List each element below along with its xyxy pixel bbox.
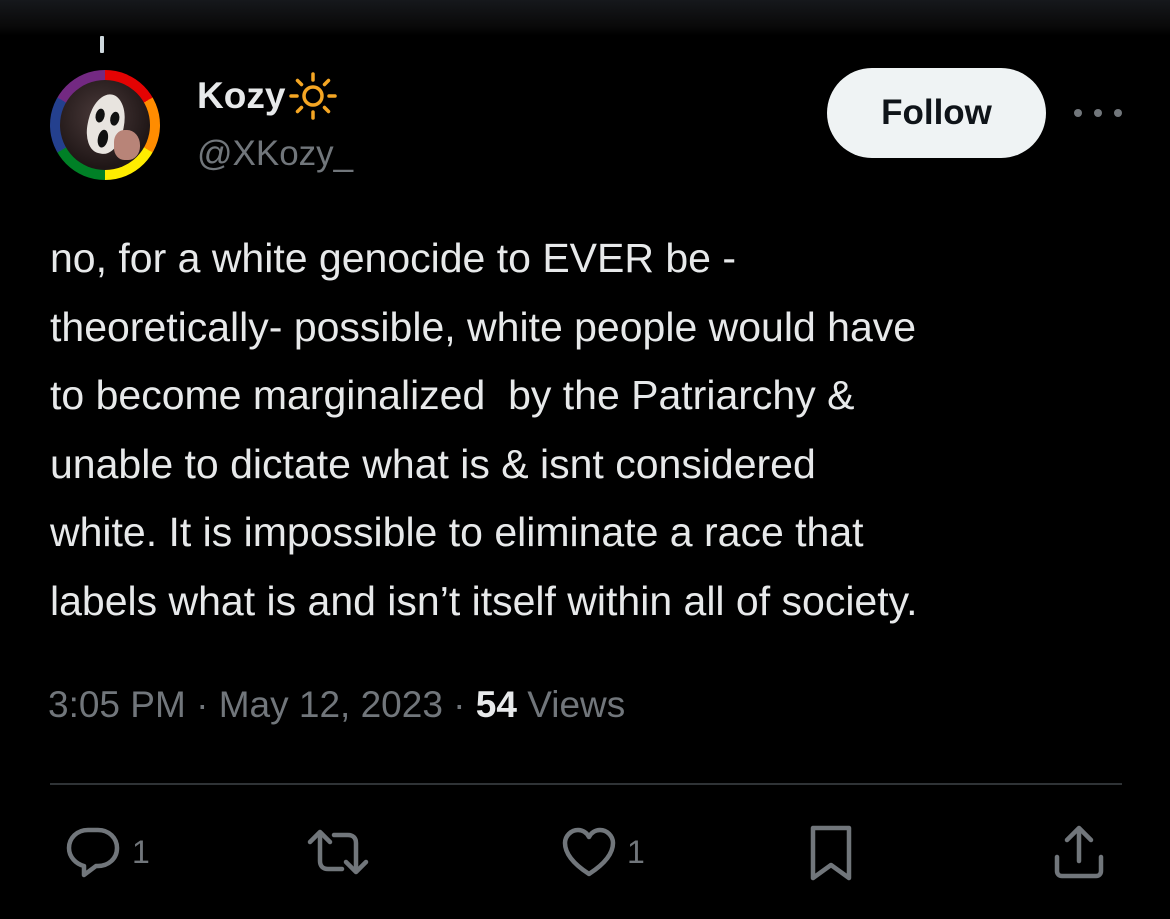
share-button[interactable] (1052, 822, 1106, 882)
more-icon-dot (1074, 109, 1082, 117)
share-icon (1054, 825, 1104, 879)
tweet-metadata: 3:05 PM · May 12, 2023 · 54 Views (48, 684, 626, 725)
author-name-text: Kozy (197, 75, 286, 116)
tweet-time[interactable]: 3:05 PM (48, 684, 186, 725)
bookmark-icon (810, 825, 852, 881)
tweet-text: no, for a white genocide to EVER be - th… (50, 235, 918, 624)
author-display-name[interactable]: Kozy (197, 72, 339, 120)
more-icon-dot (1094, 109, 1102, 117)
views-count[interactable]: 54 (476, 684, 517, 725)
like-count: 1 (627, 833, 645, 870)
tweet-date[interactable]: May 12, 2023 (219, 684, 443, 725)
more-icon-dot (1114, 109, 1122, 117)
previous-tweet-edge (0, 0, 1170, 36)
reply-count: 1 (132, 833, 150, 870)
follow-button[interactable]: Follow (827, 68, 1046, 158)
author-handle[interactable]: @XKozy_ (197, 134, 353, 174)
repost-icon (307, 829, 369, 875)
more-options-button[interactable] (1074, 98, 1122, 128)
like-button[interactable]: 1 (559, 822, 645, 882)
sun-icon (289, 72, 338, 120)
avatar-photo (60, 80, 150, 170)
heart-icon (562, 827, 616, 877)
repost-button[interactable] (306, 822, 378, 882)
avatar[interactable] (50, 70, 160, 180)
divider (50, 783, 1122, 785)
reply-button[interactable]: 1 (62, 822, 150, 882)
views-label: Views (527, 684, 626, 725)
reply-icon (66, 827, 120, 878)
thread-connector-line (100, 36, 104, 53)
bookmark-button[interactable] (806, 822, 856, 882)
